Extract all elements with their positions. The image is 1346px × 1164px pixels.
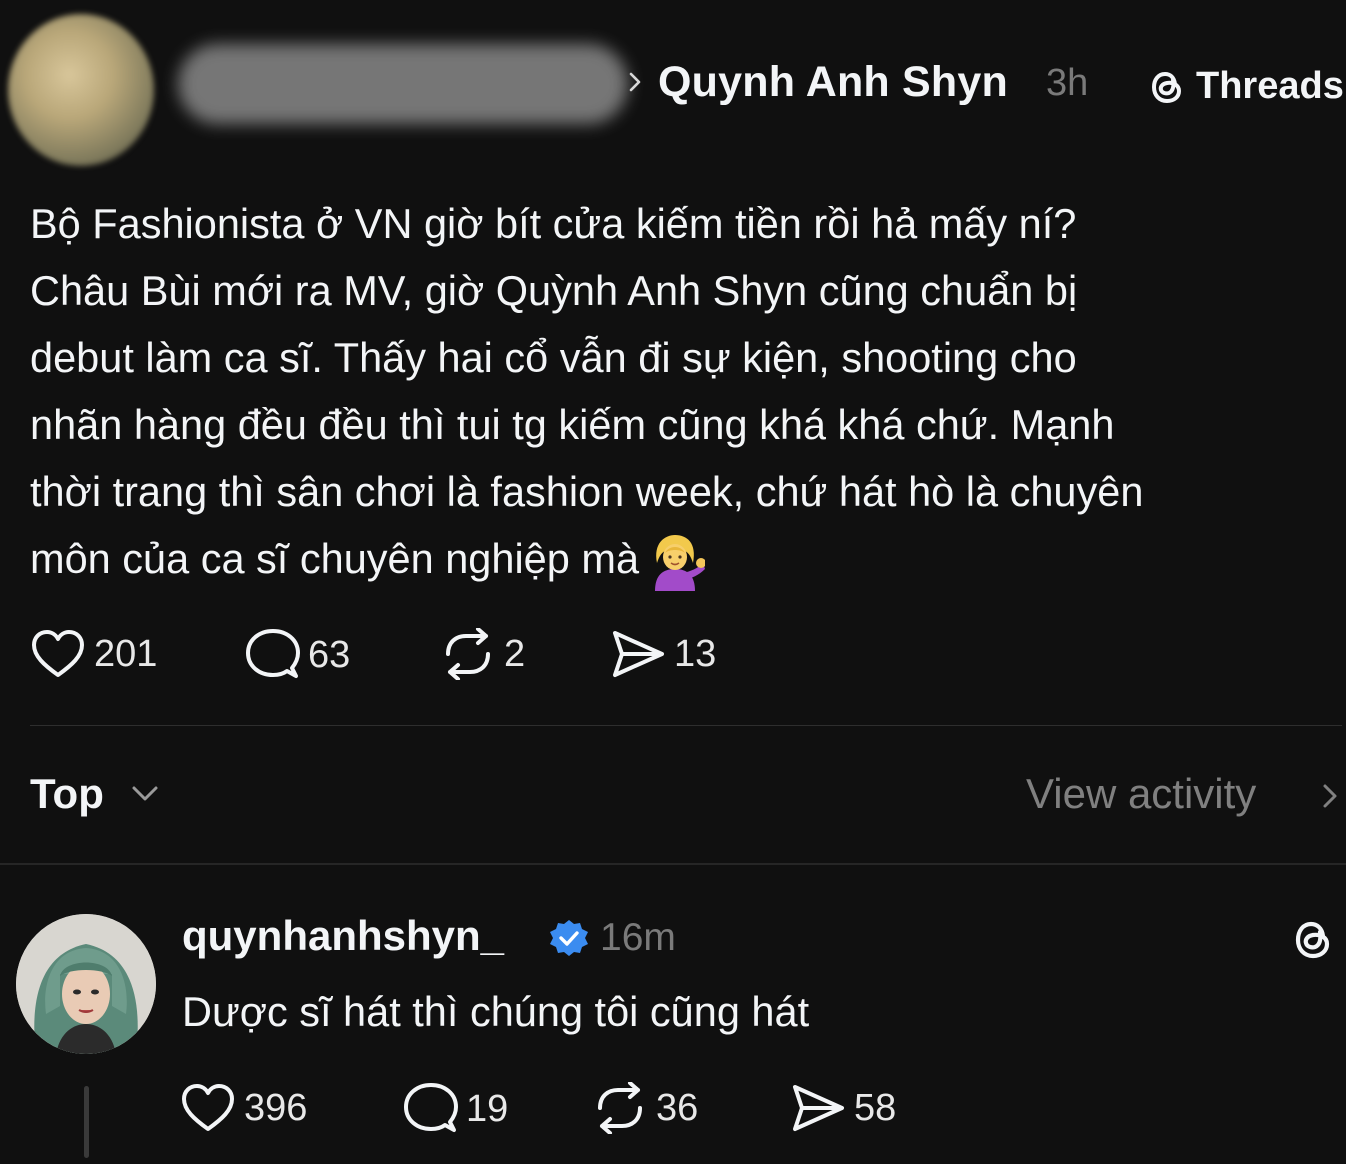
like-count: 201 — [94, 632, 158, 675]
heart-icon — [182, 1084, 234, 1131]
reply-count: 63 — [308, 633, 351, 676]
post-timestamp: 3h — [1046, 62, 1089, 104]
reply-repost-count: 36 — [656, 1086, 699, 1129]
reply-repost-button[interactable]: 36 — [592, 1082, 698, 1134]
sort-dropdown-label[interactable]: Top — [30, 770, 104, 818]
reply-avatar[interactable] — [16, 914, 156, 1054]
chevron-down-icon[interactable] — [130, 784, 160, 804]
repost-icon — [598, 1082, 642, 1134]
post-body: Bộ Fashionista ở VN giờ bít cửa kiếm tiề… — [30, 190, 1330, 592]
reply-button[interactable]: 63 — [244, 628, 350, 682]
divider — [30, 725, 1342, 726]
reply-share-button[interactable]: 58 — [790, 1082, 896, 1134]
share-button[interactable]: 13 — [610, 628, 716, 680]
repost-count: 2 — [504, 632, 526, 675]
speech-bubble-icon — [246, 629, 300, 678]
reply-username[interactable]: quynhanhshyn_ — [182, 912, 504, 960]
avatar-portrait-icon — [16, 914, 156, 1054]
reply-reply-count: 19 — [466, 1087, 509, 1130]
post-body-line: debut làm ca sĩ. Thấy hai cổ vẫn đi sự k… — [30, 334, 1077, 381]
reply-like-button[interactable]: 396 — [180, 1082, 307, 1134]
post-body-line: thời trang thì sân chơi là fashion week,… — [30, 468, 1144, 515]
heart-icon — [32, 630, 84, 677]
post-body-line: Bộ Fashionista ở VN giờ bít cửa kiếm tiề… — [30, 200, 1077, 247]
reply-like-count: 396 — [244, 1086, 308, 1129]
author-avatar-blurred[interactable] — [8, 14, 154, 166]
post-author-name[interactable]: Quynh Anh Shyn — [658, 58, 1008, 107]
repost-icon — [446, 628, 490, 680]
threads-label: Threads — [1196, 64, 1344, 107]
section-divider — [0, 863, 1346, 865]
reply-reply-button[interactable]: 19 — [402, 1082, 508, 1136]
repost-button[interactable]: 2 — [440, 628, 525, 680]
threads-badge[interactable]: Threads — [1146, 64, 1344, 108]
chevron-right-icon — [629, 72, 641, 92]
post-body-last-line: môn của ca sĩ chuyên nghiệp mà — [30, 525, 1330, 592]
thread-connector-line — [84, 1086, 89, 1158]
chevron-right-icon — [1323, 784, 1337, 808]
post-body-line: nhãn hàng đều đều thì tui tg kiếm cũng k… — [30, 401, 1115, 448]
threads-logo-icon — [1151, 71, 1182, 104]
speech-bubble-icon — [404, 1083, 458, 1132]
share-count: 13 — [674, 632, 717, 675]
person-tipping-hand-emoji-icon — [655, 535, 706, 592]
post-body-line: môn của ca sĩ chuyên nghiệp mà — [30, 535, 640, 582]
threads-logo-icon[interactable] — [1290, 914, 1336, 964]
send-icon — [613, 631, 664, 677]
reply-share-count: 58 — [854, 1086, 897, 1129]
send-icon — [793, 1085, 844, 1131]
like-button[interactable]: 201 — [30, 628, 157, 680]
reply-text: Dược sĩ hát thì chúng tôi cũng hát — [182, 988, 810, 1035]
view-activity-link[interactable]: View activity — [1026, 770, 1256, 818]
post-body-line: Châu Bùi mới ra MV, giờ Quỳnh Anh Shyn c… — [30, 267, 1078, 314]
reply-timestamp: 16m — [600, 916, 676, 959]
original-poster-name-blurred — [178, 44, 628, 124]
verified-badge-icon — [550, 920, 588, 956]
